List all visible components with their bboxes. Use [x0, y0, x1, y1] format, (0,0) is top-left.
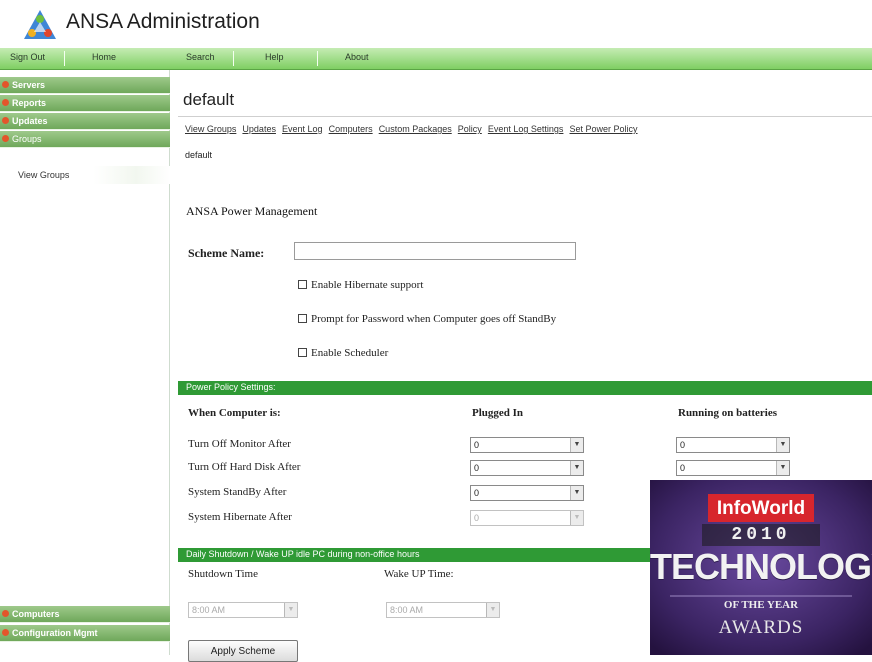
bullet-icon — [2, 629, 9, 636]
select-value: 0 — [680, 440, 686, 450]
sidebar-item-label: Configuration Mgmt — [12, 628, 98, 638]
tab-event-log-settings[interactable]: Event Log Settings — [488, 124, 564, 134]
nav-help[interactable]: Help — [265, 52, 284, 62]
scheduler-checkbox[interactable] — [298, 348, 307, 357]
nav-search[interactable]: Search — [186, 52, 215, 62]
award-year: 2010 — [731, 525, 791, 545]
nav-separator — [317, 51, 318, 66]
award-headline: TECHNOLOGY — [650, 546, 872, 587]
wake-up-time-select[interactable]: 8:00 AM ▼ — [386, 602, 500, 618]
bullet-icon — [2, 610, 9, 617]
power-policy-header: Power Policy Settings: — [178, 381, 872, 395]
chevron-down-icon: ▼ — [570, 486, 583, 500]
breadcrumb: default — [185, 150, 213, 160]
sidebar-item-label: Groups — [12, 134, 42, 144]
tab-updates[interactable]: Updates — [242, 124, 276, 134]
hard-disk-plugged-select[interactable]: 0 ▼ — [470, 460, 584, 476]
col-plugged-in: Plugged In — [472, 407, 524, 419]
page-title: default — [183, 90, 235, 109]
sidebar-item-computers[interactable]: Computers — [0, 606, 170, 623]
award-brand: InfoWorld — [716, 498, 806, 519]
password-prompt-checkbox-row[interactable]: Prompt for Password when Computer goes o… — [298, 313, 556, 325]
bullet-icon — [2, 117, 9, 124]
sidebar-item-updates[interactable]: Updates — [0, 113, 170, 130]
tab-view-groups[interactable]: View Groups — [185, 124, 236, 134]
nav-separator — [233, 51, 234, 66]
sidebar-item-configuration-mgmt[interactable]: Configuration Mgmt — [0, 625, 170, 642]
select-value: 0 — [474, 488, 480, 498]
scheme-name-label: Scheme Name: — [188, 246, 265, 260]
row-label-standby: System StandBy After — [188, 486, 287, 498]
title-divider — [178, 116, 872, 117]
row-label-hibernate: System Hibernate After — [188, 511, 292, 523]
shutdown-time-select[interactable]: 8:00 AM ▼ — [188, 602, 298, 618]
award-awards: AWARDS — [718, 617, 804, 638]
sidebar-item-groups[interactable]: Groups — [0, 131, 170, 148]
hibernate-plugged-select[interactable]: 0 ▼ — [470, 510, 584, 526]
sidebar: Servers Reports Updates Groups View Grou… — [0, 70, 170, 655]
standby-plugged-select[interactable]: 0 ▼ — [470, 485, 584, 501]
chevron-down-icon: ▼ — [776, 438, 789, 452]
tab-custom-packages[interactable]: Custom Packages — [379, 124, 452, 134]
sidebar-item-servers[interactable]: Servers — [0, 77, 170, 94]
section-title: ANSA Power Management — [186, 204, 318, 218]
wake-up-time-label: Wake UP Time: — [384, 568, 454, 580]
tab-event-log[interactable]: Event Log — [282, 124, 323, 134]
select-value: 8:00 AM — [390, 605, 424, 615]
password-prompt-checkbox[interactable] — [298, 314, 307, 323]
tab-policy[interactable]: Policy — [458, 124, 482, 134]
award-of-the-year: OF THE YEAR — [723, 599, 799, 611]
sidebar-item-label: Reports — [12, 98, 47, 108]
row-label-monitor: Turn Off Monitor After — [188, 438, 291, 450]
checkbox-label: Enable Scheduler — [311, 347, 389, 359]
select-value: 0 — [680, 463, 686, 473]
apply-scheme-button[interactable]: Apply Scheme — [188, 640, 298, 662]
sidebar-subitem-view-groups[interactable]: View Groups — [0, 166, 170, 184]
select-value: 0 — [474, 463, 480, 473]
bullet-icon — [2, 99, 9, 106]
app-header: ANSA Administration — [0, 0, 872, 48]
shutdown-time-label: Shutdown Time — [188, 568, 258, 580]
checkbox-label: Enable Hibernate support — [311, 279, 424, 291]
row-label-hard-disk: Turn Off Hard Disk After — [188, 461, 301, 473]
top-nav-bar: Sign Out Home Search Help About — [0, 48, 872, 70]
chevron-down-icon: ▼ — [570, 511, 583, 525]
col-when-computer: When Computer is: — [188, 407, 281, 419]
chevron-down-icon: ▼ — [486, 603, 499, 617]
nav-sign-out[interactable]: Sign Out — [10, 52, 45, 62]
scheduler-checkbox-row[interactable]: Enable Scheduler — [298, 347, 388, 359]
monitor-plugged-select[interactable]: 0 ▼ — [470, 437, 584, 453]
sidebar-item-label: Servers — [12, 80, 46, 90]
monitor-battery-select[interactable]: 0 ▼ — [676, 437, 790, 453]
nav-home[interactable]: Home — [92, 52, 116, 62]
ansa-logo-icon — [24, 10, 56, 39]
col-running-on-batteries: Running on batteries — [678, 407, 778, 419]
chevron-down-icon: ▼ — [570, 461, 583, 475]
chevron-down-icon: ▼ — [284, 603, 297, 617]
chevron-down-icon: ▼ — [570, 438, 583, 452]
scheme-name-input[interactable] — [294, 242, 576, 260]
group-tabs: View Groups Updates Event Log Computers … — [185, 123, 641, 135]
chevron-down-icon: ▼ — [776, 461, 789, 475]
nav-separator — [64, 51, 65, 66]
select-value: 8:00 AM — [192, 605, 226, 615]
sidebar-item-label: Computers — [12, 609, 60, 619]
infoworld-award-badge: InfoWorld 2010 TECHNOLOGY OF THE YEAR AW… — [650, 480, 872, 655]
checkbox-label: Prompt for Password when Computer goes o… — [311, 313, 557, 325]
hard-disk-battery-select[interactable]: 0 ▼ — [676, 460, 790, 476]
select-value: 0 — [474, 513, 480, 523]
tab-set-power-policy[interactable]: Set Power Policy — [570, 124, 638, 134]
hibernate-checkbox-row[interactable]: Enable Hibernate support — [298, 279, 423, 291]
hibernate-checkbox[interactable] — [298, 280, 307, 289]
sidebar-item-reports[interactable]: Reports — [0, 95, 170, 112]
tab-computers[interactable]: Computers — [329, 124, 373, 134]
nav-about[interactable]: About — [345, 52, 369, 62]
bullet-icon — [2, 81, 9, 88]
bullet-icon — [2, 135, 9, 142]
sidebar-item-label: Updates — [12, 116, 48, 126]
app-title: ANSA Administration — [66, 10, 260, 33]
select-value: 0 — [474, 440, 480, 450]
